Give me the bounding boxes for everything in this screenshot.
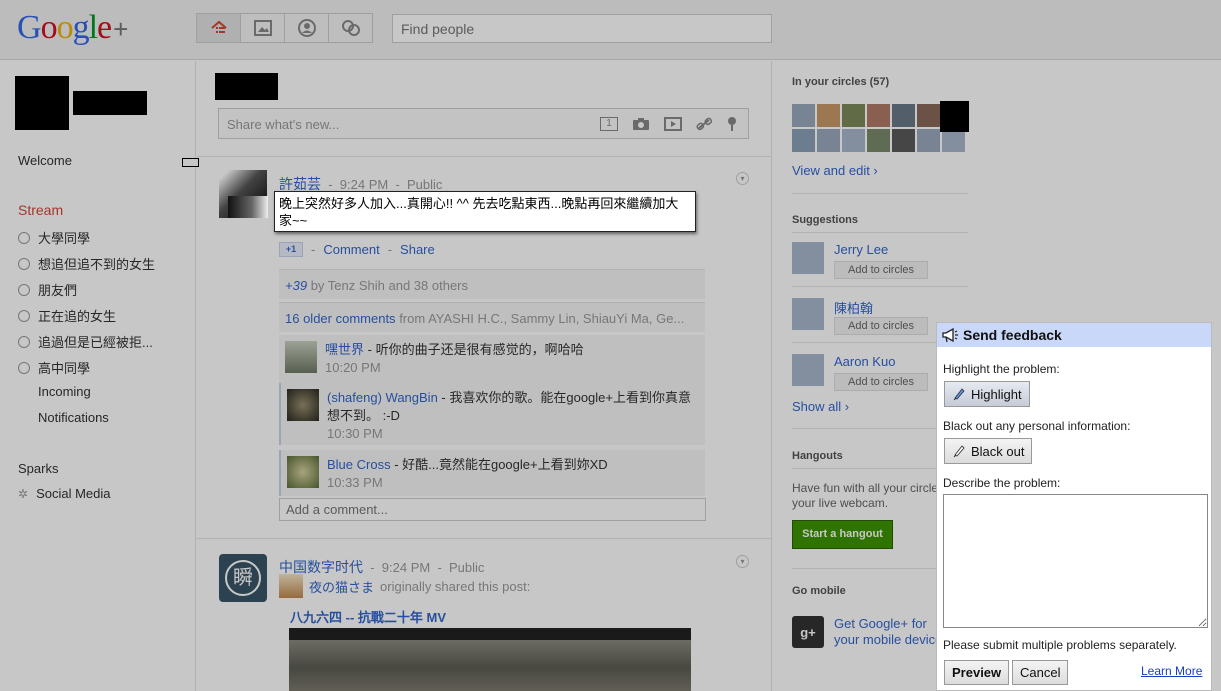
highlight-label: Highlight the problem: bbox=[943, 362, 1060, 376]
send-feedback-panel: Send feedback Highlight the problem: Hig… bbox=[936, 322, 1212, 691]
marker-icon bbox=[953, 445, 965, 458]
feedback-title-bar: Send feedback bbox=[937, 323, 1211, 347]
highlighter-icon bbox=[953, 388, 965, 401]
avatar-fragment bbox=[228, 196, 268, 218]
describe-problem-textarea[interactable] bbox=[943, 494, 1208, 628]
post-text-tooltip: 晚上突然好多人加入...真開心!! ^^ 先去吃點東西...晚點再回來繼續加大家… bbox=[274, 191, 696, 232]
highlight-button[interactable]: Highlight bbox=[944, 381, 1030, 407]
preview-button[interactable]: Preview bbox=[944, 660, 1010, 685]
megaphone-icon bbox=[942, 327, 958, 343]
cancel-button[interactable]: Cancel bbox=[1012, 660, 1069, 685]
learn-more-link[interactable]: Learn More bbox=[1141, 664, 1202, 678]
submit-note: Please submit multiple problems separate… bbox=[943, 638, 1177, 652]
blackout-button[interactable]: Black out bbox=[944, 438, 1033, 464]
describe-label: Describe the problem: bbox=[943, 476, 1061, 490]
blackout-label: Black out any personal information: bbox=[943, 419, 1131, 433]
